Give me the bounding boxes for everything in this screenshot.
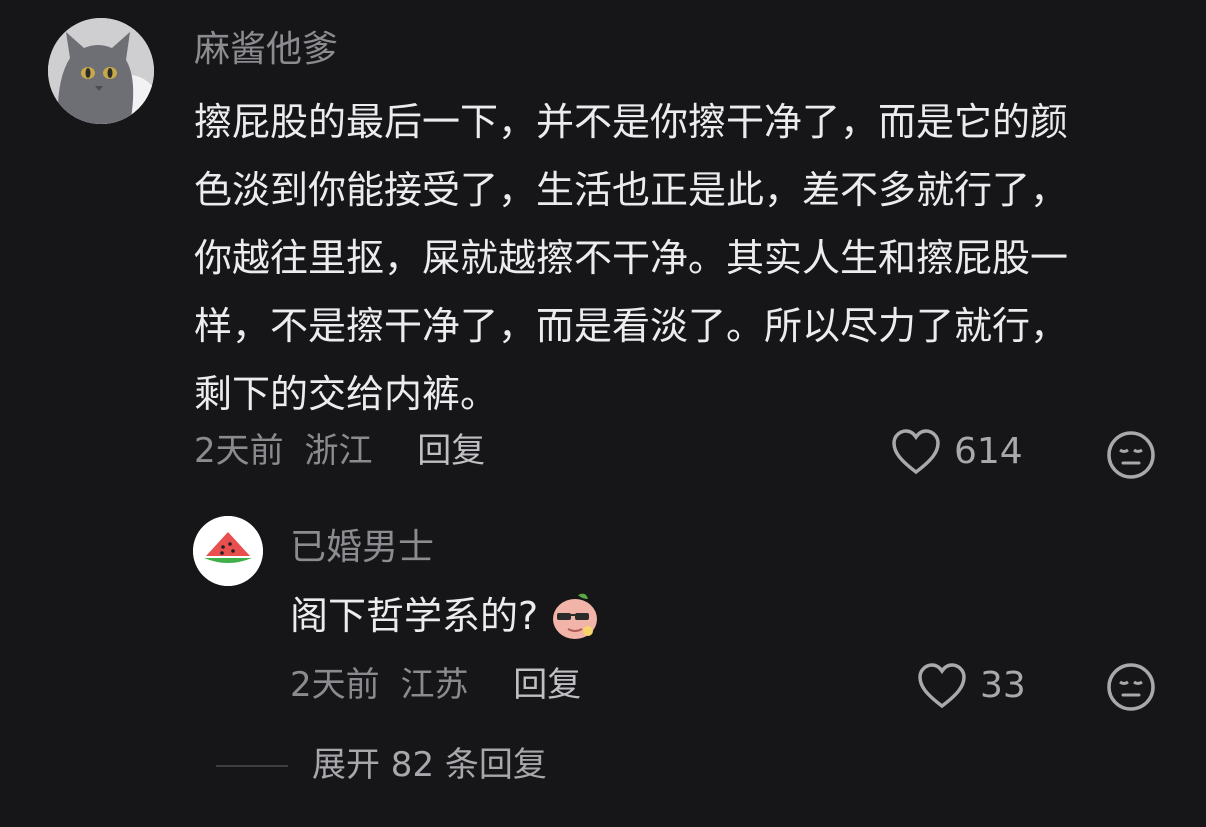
reply-button[interactable]: 回复 bbox=[513, 665, 581, 705]
reply-location: 江苏 bbox=[400, 665, 469, 705]
like-button[interactable]: 33 bbox=[916, 662, 1026, 710]
heart-icon bbox=[892, 429, 940, 475]
like-button[interactable]: 614 bbox=[890, 428, 1023, 476]
dislike-icon[interactable] bbox=[1106, 662, 1156, 716]
comment-body: 擦屁股的最后一下，并不是你擦干净了，而是它的颜 色淡到你能接受了，生活也正是此，… bbox=[194, 88, 1174, 428]
divider bbox=[216, 765, 288, 767]
cat-avatar-icon[interactable] bbox=[48, 18, 154, 124]
comment-thread: 麻酱他爹 擦屁股的最后一下，并不是你擦干净了，而是它的颜 色淡到你能接受了，生活… bbox=[0, 0, 1206, 827]
sunglasses-peach-emoji-icon bbox=[553, 593, 598, 639]
watermelon-avatar-icon[interactable] bbox=[193, 516, 263, 586]
reply-time: 2天前 bbox=[290, 665, 380, 705]
comment-location: 浙江 bbox=[304, 431, 373, 471]
comment-line: 剩下的交给内裤。 bbox=[194, 372, 499, 416]
comment-time: 2天前 bbox=[194, 431, 284, 471]
reply-meta: 2天前 江苏 回复 bbox=[290, 668, 581, 702]
like-count: 614 bbox=[954, 431, 1023, 472]
dislike-icon[interactable] bbox=[1106, 430, 1156, 484]
reply-text: 阁下哲学系的? bbox=[290, 594, 539, 638]
like-count: 33 bbox=[980, 665, 1026, 706]
comment-username[interactable]: 麻酱他爹 bbox=[194, 32, 338, 68]
comment-meta: 2天前 浙江 回复 bbox=[194, 434, 485, 468]
reply-username[interactable]: 已婚男士 bbox=[290, 530, 434, 566]
comment-line: 擦屁股的最后一下，并不是你擦干净了，而是它的颜 bbox=[194, 100, 1069, 144]
comment-line: 样，不是擦干净了，而是看淡了。所以尽力了就行， bbox=[194, 304, 1069, 348]
heart-icon bbox=[918, 663, 966, 709]
reply-button[interactable]: 回复 bbox=[417, 431, 485, 471]
comment-line: 你越往里抠，屎就越擦不干净。其实人生和擦屁股一 bbox=[194, 236, 1069, 280]
reply-body: 阁下哲学系的? bbox=[290, 588, 602, 644]
comment-line: 色淡到你能接受了，生活也正是此，差不多就行了， bbox=[194, 168, 1069, 212]
expand-replies-button[interactable]: 展开 82 条回复 bbox=[312, 748, 547, 782]
